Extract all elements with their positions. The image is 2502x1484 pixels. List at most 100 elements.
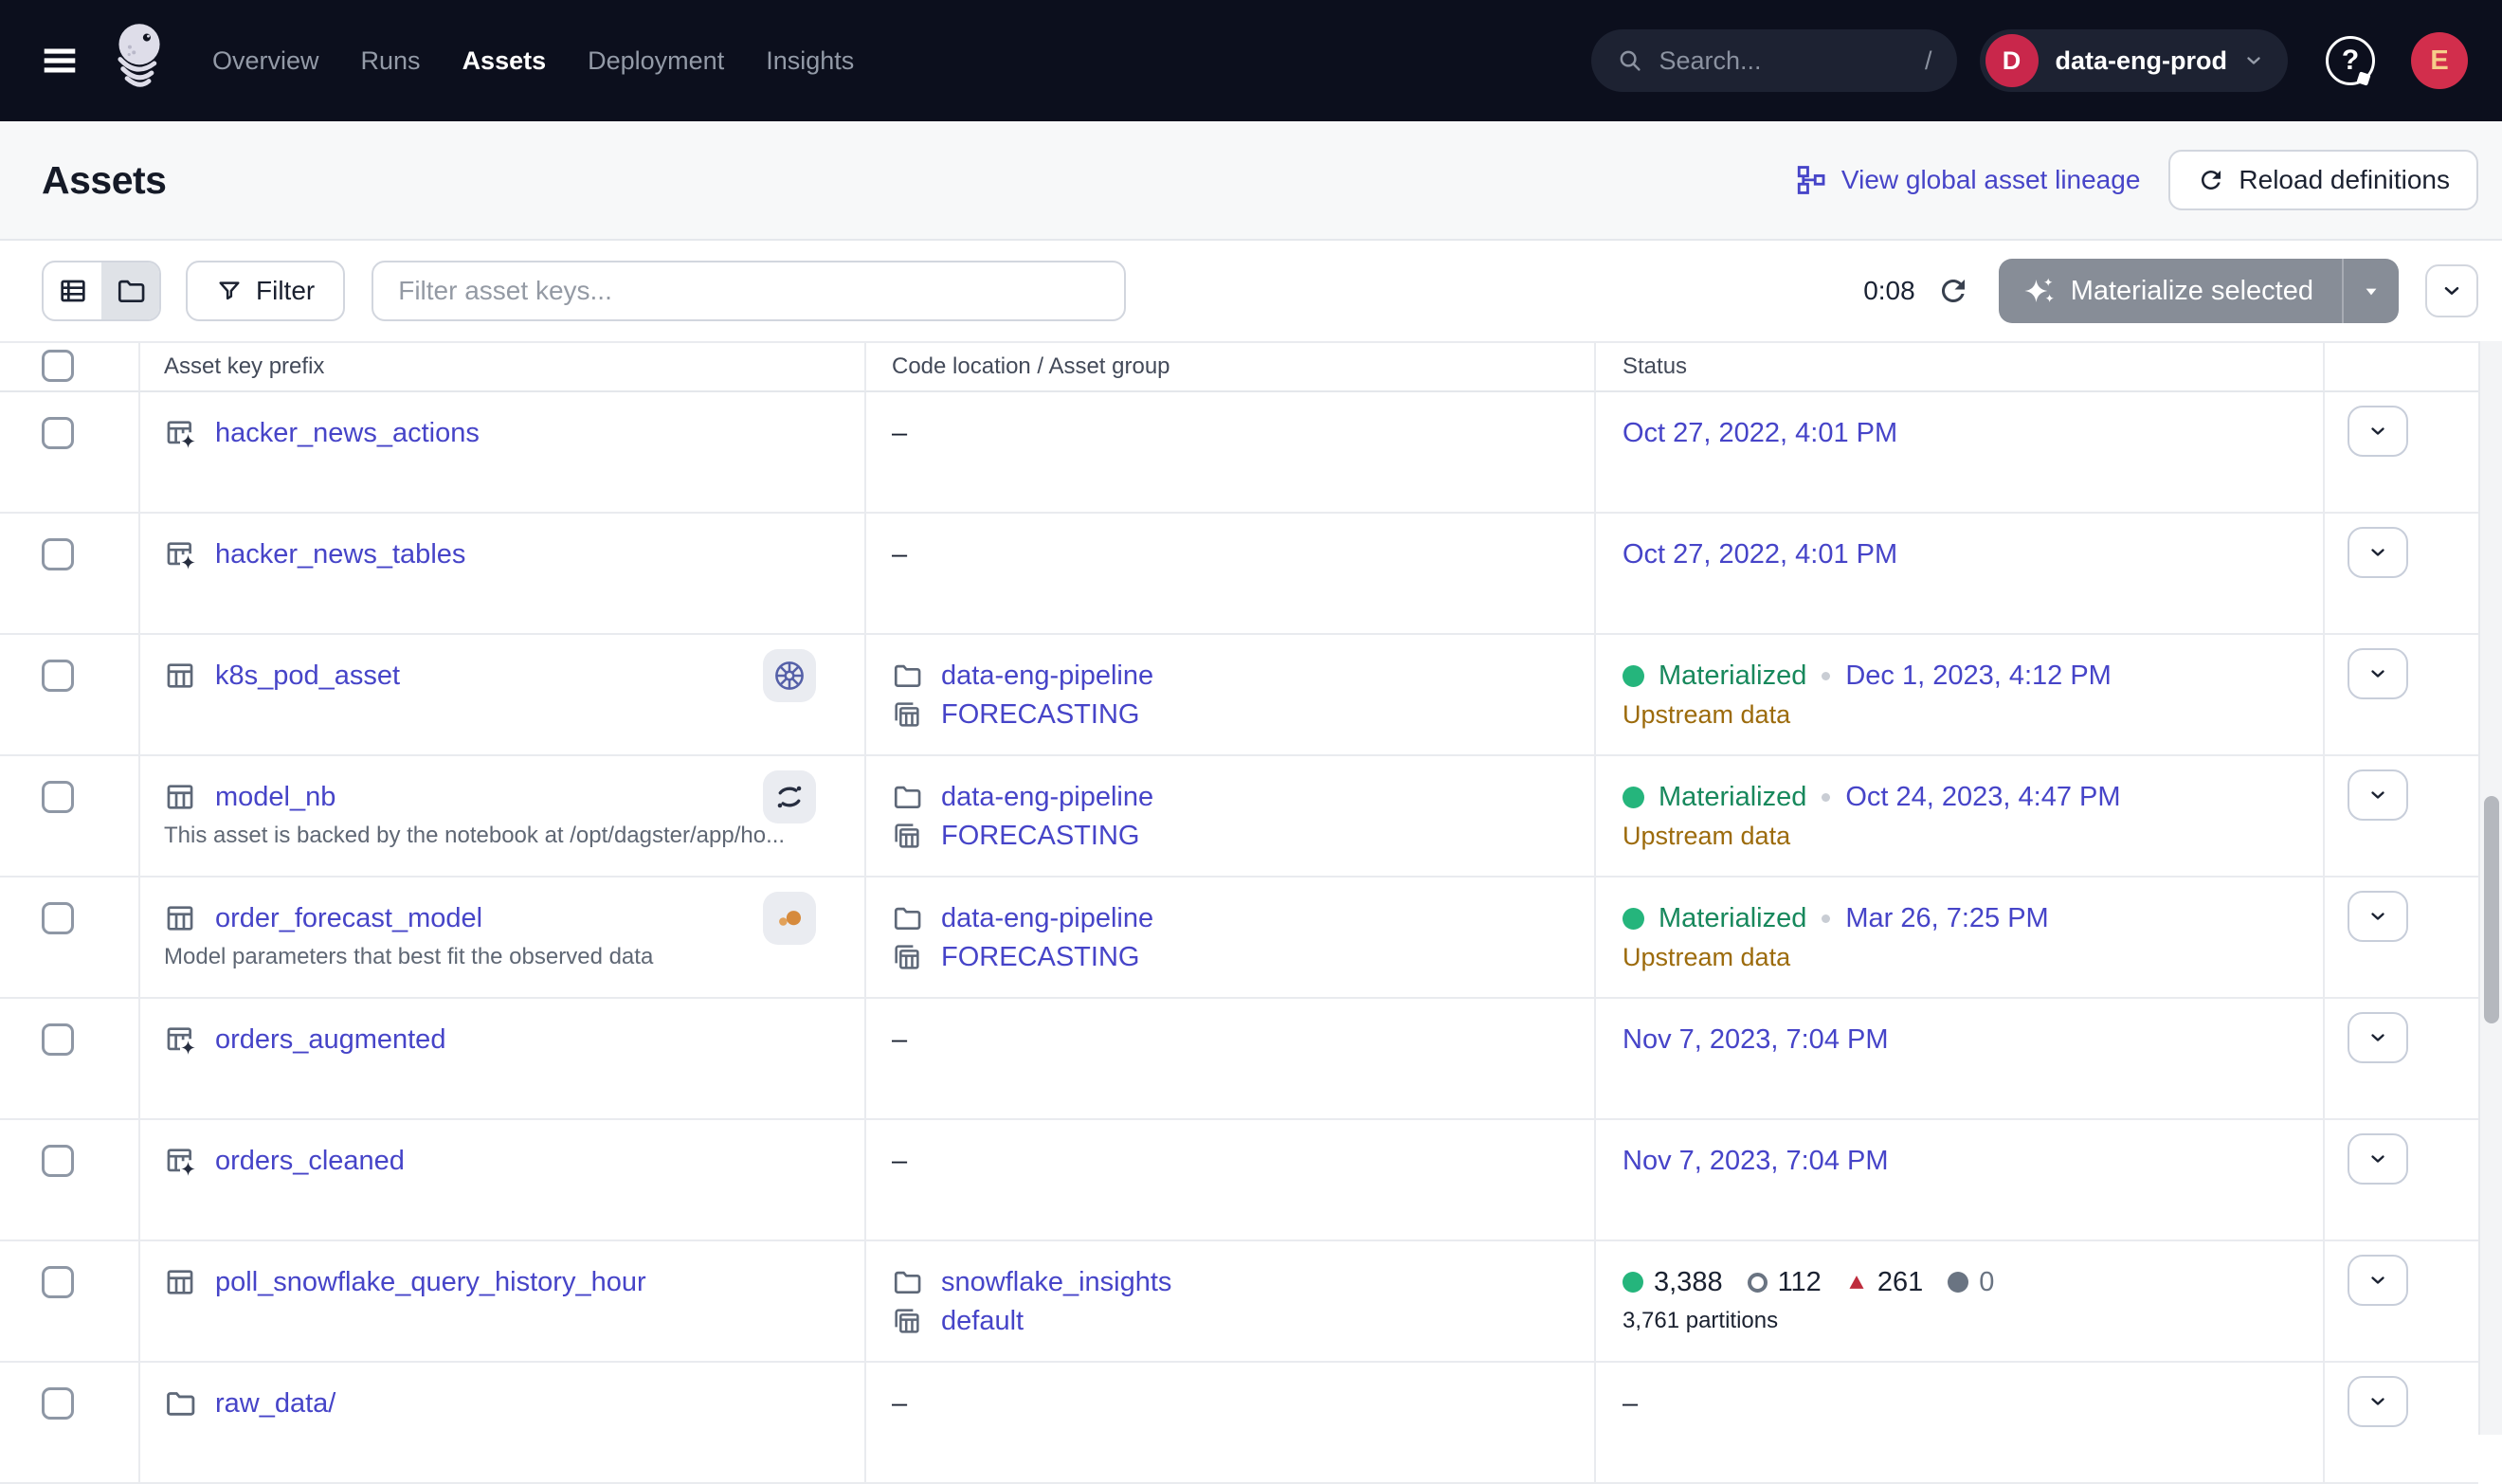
row-expand-button[interactable]: [2348, 1376, 2408, 1427]
table-row: poll_snowflake_query_history_hour snowfla…: [0, 1241, 2478, 1363]
asset-group-link[interactable]: FORECASTING: [941, 942, 1139, 973]
vertical-scrollbar[interactable]: [2478, 341, 2502, 1435]
row-checkbox[interactable]: [42, 538, 74, 570]
materialization-date-link[interactable]: Oct 24, 2023, 4:47 PM: [1845, 782, 2120, 813]
asset-group-link[interactable]: default: [941, 1306, 1024, 1337]
workspace-initial-badge: D: [1985, 34, 2039, 87]
row-expand-button[interactable]: [2348, 527, 2408, 578]
asset-link[interactable]: k8s_pod_asset: [215, 661, 400, 692]
toolbar-more-button[interactable]: [2425, 264, 2478, 317]
materialized-status-label: Materialized: [1659, 661, 1806, 692]
asset-group-icon: [892, 1306, 922, 1336]
materialize-selected-button[interactable]: Materialize selected: [1999, 259, 2399, 323]
table-sparkle-icon: [164, 538, 196, 570]
scrollbar-thumb[interactable]: [2484, 796, 2499, 1023]
row-expand-button[interactable]: [2348, 1133, 2408, 1185]
asset-group-icon: [892, 942, 922, 972]
asset-link[interactable]: orders_cleaned: [215, 1146, 405, 1177]
row-expand-button[interactable]: [2348, 891, 2408, 942]
row-expand-button[interactable]: [2348, 648, 2408, 699]
asset-link[interactable]: hacker_news_actions: [215, 418, 480, 449]
list-view-icon: [58, 276, 88, 306]
asset-link[interactable]: raw_data/: [215, 1388, 335, 1420]
table-icon: [164, 660, 196, 692]
code-location-link[interactable]: data-eng-pipeline: [941, 903, 1153, 934]
asset-description: Model parameters that best fit the obser…: [164, 940, 653, 974]
partition-missing-circle-icon: [1748, 1273, 1768, 1293]
noteable-icon: [763, 770, 816, 823]
dagster-logo[interactable]: [106, 17, 172, 104]
flat-view-toggle[interactable]: [44, 262, 101, 319]
asset-link[interactable]: orders_augmented: [215, 1024, 445, 1056]
table-row: hacker_news_tables–Oct 27, 2022, 4:01 PM: [0, 514, 2478, 635]
materialize-options-caret[interactable]: [2342, 259, 2399, 323]
row-checkbox[interactable]: [42, 1266, 74, 1298]
directory-view-toggle[interactable]: [101, 262, 159, 319]
nav-item-overview[interactable]: Overview: [212, 46, 319, 76]
materialization-date-link[interactable]: Dec 1, 2023, 4:12 PM: [1845, 661, 2112, 692]
filter-button[interactable]: Filter: [186, 261, 345, 321]
row-expand-button[interactable]: [2348, 406, 2408, 457]
folder-icon: [164, 1387, 196, 1420]
nav-item-insights[interactable]: Insights: [766, 46, 854, 76]
row-checkbox[interactable]: [42, 781, 74, 813]
row-expand-button[interactable]: [2348, 1012, 2408, 1063]
help-icon[interactable]: ?: [2326, 36, 2375, 85]
refresh-icon: [2197, 166, 2225, 194]
row-expand-button[interactable]: [2348, 1255, 2408, 1306]
row-checkbox[interactable]: [42, 1145, 74, 1177]
materialization-date-link[interactable]: Oct 27, 2022, 4:01 PM: [1623, 418, 1897, 449]
view-mode-toggle: [42, 261, 161, 321]
page-header: Assets View global asset lineage Reload …: [0, 121, 2502, 241]
asset-link[interactable]: order_forecast_model: [215, 903, 482, 934]
code-location-link[interactable]: data-eng-pipeline: [941, 661, 1153, 692]
view-global-asset-lineage-link[interactable]: View global asset lineage: [1795, 164, 2140, 196]
asset-link[interactable]: poll_snowflake_query_history_hour: [215, 1267, 646, 1298]
code-location-link[interactable]: snowflake_insights: [941, 1267, 1171, 1298]
upstream-data-note: Upstream data: [1623, 822, 1790, 851]
assets-toolbar: Filter 0:08 Materialize selected: [0, 241, 2502, 341]
materialization-date-link[interactable]: Nov 7, 2023, 7:04 PM: [1623, 1146, 1889, 1177]
materialization-date-link[interactable]: Mar 26, 7:25 PM: [1845, 903, 2048, 934]
nav-item-runs[interactable]: Runs: [361, 46, 421, 76]
refresh-icon[interactable]: [1936, 274, 1970, 308]
row-checkbox[interactable]: [42, 1023, 74, 1056]
asset-group-link[interactable]: FORECASTING: [941, 821, 1139, 852]
nav-item-deployment[interactable]: Deployment: [588, 46, 724, 76]
materialization-date-link[interactable]: Nov 7, 2023, 7:04 PM: [1623, 1024, 1889, 1056]
filter-asset-keys-input[interactable]: [372, 261, 1126, 321]
table-icon: [164, 902, 196, 934]
reload-definitions-button[interactable]: Reload definitions: [2168, 150, 2478, 210]
table-sparkle-icon: [164, 1023, 196, 1056]
kubernetes-icon: [763, 649, 816, 702]
column-header-code-location: Code location / Asset group: [892, 353, 1170, 380]
row-checkbox[interactable]: [42, 417, 74, 449]
row-checkbox[interactable]: [42, 902, 74, 934]
empty-value: –: [892, 418, 907, 449]
search-input[interactable]: Search... /: [1591, 29, 1957, 92]
folder-icon: [892, 903, 922, 933]
row-checkbox[interactable]: [42, 1387, 74, 1420]
select-all-checkbox[interactable]: [42, 350, 74, 382]
partition-failed-triangle-icon: [1846, 1272, 1867, 1293]
materialized-status-label: Materialized: [1659, 782, 1806, 813]
nav-item-assets[interactable]: Assets: [462, 46, 547, 76]
partition-success-dot: [1623, 1272, 1643, 1293]
user-avatar[interactable]: E: [2411, 32, 2468, 89]
partition-count-value: 0: [1979, 1267, 1994, 1298]
lineage-graph-icon: [1795, 164, 1827, 196]
code-location-link[interactable]: data-eng-pipeline: [941, 782, 1153, 813]
row-expand-button[interactable]: [2348, 769, 2408, 821]
asset-link[interactable]: hacker_news_tables: [215, 539, 465, 570]
workspace-switcher[interactable]: D data-eng-prod: [1980, 29, 2289, 92]
materialized-status-dot: [1623, 908, 1644, 930]
page-title: Assets: [42, 158, 166, 203]
asset-group-link[interactable]: FORECASTING: [941, 699, 1139, 731]
materialization-date-link[interactable]: Oct 27, 2022, 4:01 PM: [1623, 539, 1897, 570]
table-row: k8s_pod_asset data-eng-pipeline FORECASTIN…: [0, 635, 2478, 756]
row-checkbox[interactable]: [42, 660, 74, 692]
folder-view-icon: [116, 276, 146, 306]
menu-icon[interactable]: [38, 39, 82, 82]
asset-link[interactable]: model_nb: [215, 782, 335, 813]
column-header-asset-key: Asset key prefix: [164, 353, 324, 380]
